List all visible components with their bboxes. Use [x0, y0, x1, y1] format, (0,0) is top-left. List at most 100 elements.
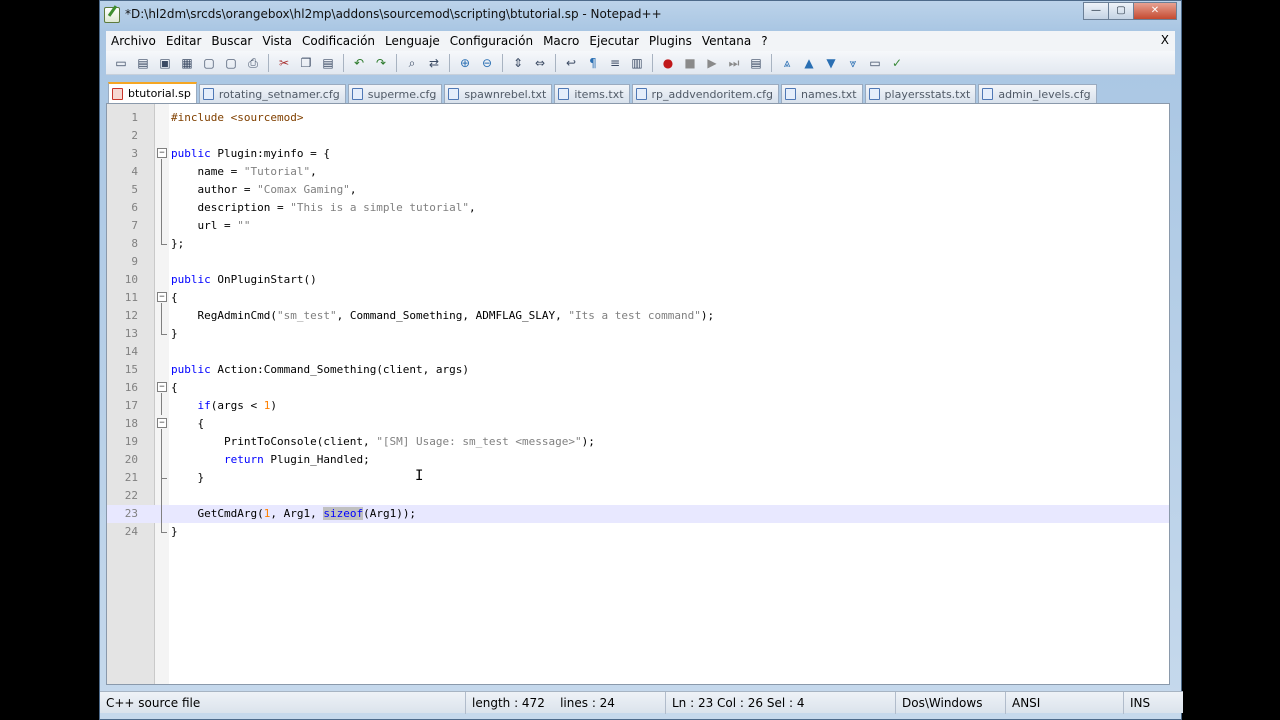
save-macro-icon[interactable]: ▤: [748, 55, 764, 71]
code-text[interactable]: RegAdminCmd("sm_test", Command_Something…: [171, 307, 714, 325]
code-line[interactable]: 20 return Plugin_Handled;: [107, 451, 1169, 469]
code-line[interactable]: 15 public Action:Command_Something(client…: [107, 361, 1169, 379]
code-text[interactable]: return Plugin_Handled;: [171, 451, 370, 469]
code-line[interactable]: 9: [107, 253, 1169, 271]
document-tab[interactable]: rotating_setnamer.cfg: [198, 84, 346, 103]
code-line[interactable]: 2: [107, 127, 1169, 145]
save-all-icon[interactable]: ▦: [179, 55, 195, 71]
close-file-icon[interactable]: ▢: [201, 55, 217, 71]
up-icon[interactable]: ▲: [801, 55, 817, 71]
play-macro-icon[interactable]: ▶: [704, 55, 720, 71]
code-line[interactable]: 11 −{: [107, 289, 1169, 307]
code-line[interactable]: 24}: [107, 523, 1169, 541]
code-line[interactable]: 7 url = "": [107, 217, 1169, 235]
code-line[interactable]: 22: [107, 487, 1169, 505]
fold-toggle-icon[interactable]: −: [157, 148, 167, 158]
fold-toggle-icon[interactable]: −: [157, 418, 167, 428]
doc-map-icon[interactable]: ▥: [629, 55, 645, 71]
notepadpp-app-icon[interactable]: [104, 7, 120, 23]
code-text[interactable]: };: [171, 235, 184, 253]
cut-icon[interactable]: ✂: [276, 55, 292, 71]
code-text[interactable]: PrintToConsole(client, "[SM] Usage: sm_t…: [171, 433, 595, 451]
new-file-icon[interactable]: ▭: [113, 55, 129, 71]
code-text[interactable]: {: [171, 289, 178, 307]
code-line[interactable]: 1 #include <sourcemod>: [107, 109, 1169, 127]
copy-icon[interactable]: ❐: [298, 55, 314, 71]
zoom-in-icon[interactable]: ⊕: [457, 55, 473, 71]
open-file-icon[interactable]: ▤: [135, 55, 151, 71]
down-icon[interactable]: ▼: [823, 55, 839, 71]
code-line[interactable]: 6 description = "This is a simple tutori…: [107, 199, 1169, 217]
code-line[interactable]: 16 −{: [107, 379, 1169, 397]
menu-lenguaje[interactable]: Lenguaje: [380, 34, 445, 48]
document-tab[interactable]: superme.cfg: [347, 84, 443, 103]
spellcheck-icon[interactable]: ✓: [889, 55, 905, 71]
code-text[interactable]: #include <sourcemod>: [171, 109, 303, 127]
code-line[interactable]: 21 }: [107, 469, 1169, 487]
document-tab[interactable]: spawnrebel.txt: [444, 84, 553, 103]
minimize-button[interactable]: —: [1083, 2, 1109, 20]
paste-icon[interactable]: ▤: [320, 55, 336, 71]
play-multiple-icon[interactable]: ⏭: [726, 55, 742, 71]
code-text[interactable]: }: [171, 469, 204, 487]
code-line[interactable]: 14: [107, 343, 1169, 361]
menu-codificación[interactable]: Codificación: [297, 34, 380, 48]
menu-ejecutar[interactable]: Ejecutar: [584, 34, 644, 48]
menu-vista[interactable]: Vista: [257, 34, 297, 48]
stop-macro-icon[interactable]: ■: [682, 55, 698, 71]
code-text[interactable]: public OnPluginStart(): [171, 271, 317, 289]
code-line[interactable]: 23 GetCmdArg(1, Arg1, sizeof(Arg1));: [107, 505, 1169, 523]
menu-ventana[interactable]: Ventana: [697, 34, 756, 48]
code-text[interactable]: if(args < 1): [171, 397, 277, 415]
close-all-icon[interactable]: ▢: [223, 55, 239, 71]
close-button[interactable]: ✕: [1133, 2, 1177, 20]
code-line[interactable]: 18 − {: [107, 415, 1169, 433]
document-tab[interactable]: btutorial.sp: [108, 82, 197, 103]
document-tab[interactable]: items.txt: [554, 84, 630, 103]
menu-editar[interactable]: Editar: [161, 34, 207, 48]
folder-icon[interactable]: ▭: [867, 55, 883, 71]
show-all-chars-icon[interactable]: ¶: [585, 55, 601, 71]
code-text[interactable]: GetCmdArg(1, Arg1, sizeof(Arg1));: [171, 505, 416, 523]
code-line[interactable]: 4 name = "Tutorial",: [107, 163, 1169, 181]
menu-buscar[interactable]: Buscar: [206, 34, 257, 48]
code-text[interactable]: description = "This is a simple tutorial…: [171, 199, 475, 217]
document-tab[interactable]: rp_addvendoritem.cfg: [631, 84, 779, 103]
code-line[interactable]: 3 − public Plugin:myinfo = {: [107, 145, 1169, 163]
expand-icon[interactable]: ⩔: [845, 55, 861, 71]
code-line[interactable]: 19 PrintToConsole(client, "[SM] Usage: s…: [107, 433, 1169, 451]
zoom-out-icon[interactable]: ⊖: [479, 55, 495, 71]
menu-archivo[interactable]: Archivo: [106, 34, 161, 48]
close-document-button[interactable]: X: [1161, 33, 1169, 47]
document-tab[interactable]: playersstats.txt: [864, 84, 977, 103]
code-text[interactable]: {: [171, 415, 204, 433]
collapse-icon[interactable]: ⩓: [779, 55, 795, 71]
save-icon[interactable]: ▣: [157, 55, 173, 71]
code-text[interactable]: public Plugin:myinfo = {: [171, 145, 330, 163]
sync-h-icon[interactable]: ⇔: [532, 55, 548, 71]
code-text[interactable]: }: [171, 325, 178, 343]
fold-toggle-icon[interactable]: −: [157, 292, 167, 302]
print-icon[interactable]: ⎙: [245, 55, 261, 71]
title-bar[interactable]: *D:\hl2dm\srcds\orangebox\hl2mp\addons\s…: [100, 1, 1181, 31]
code-line[interactable]: 5 author = "Comax Gaming",: [107, 181, 1169, 199]
menu-plugins[interactable]: Plugins: [644, 34, 697, 48]
menu-help[interactable]: ?: [756, 34, 772, 48]
redo-icon[interactable]: ↷: [373, 55, 389, 71]
fold-toggle-icon[interactable]: −: [157, 382, 167, 392]
maximize-button[interactable]: ▢: [1108, 2, 1134, 20]
menu-configuración[interactable]: Configuración: [445, 34, 538, 48]
code-editor[interactable]: 1 #include <sourcemod> 2 3− public Plugin:my…: [106, 103, 1170, 685]
code-text[interactable]: public Action:Command_Something(client, …: [171, 361, 469, 379]
indent-guide-icon[interactable]: ≡: [607, 55, 623, 71]
code-line[interactable]: 17 if(args < 1): [107, 397, 1169, 415]
code-area[interactable]: 1 #include <sourcemod> 2 3− public Plugin:my…: [107, 109, 1169, 541]
undo-icon[interactable]: ↶: [351, 55, 367, 71]
menu-macro[interactable]: Macro: [538, 34, 584, 48]
code-line[interactable]: 10 public OnPluginStart(): [107, 271, 1169, 289]
code-text[interactable]: {: [171, 379, 178, 397]
code-text[interactable]: url = "": [171, 217, 250, 235]
find-icon[interactable]: ⌕: [404, 55, 420, 71]
document-tab[interactable]: admin_levels.cfg: [978, 84, 1097, 103]
code-text[interactable]: name = "Tutorial",: [171, 163, 316, 181]
